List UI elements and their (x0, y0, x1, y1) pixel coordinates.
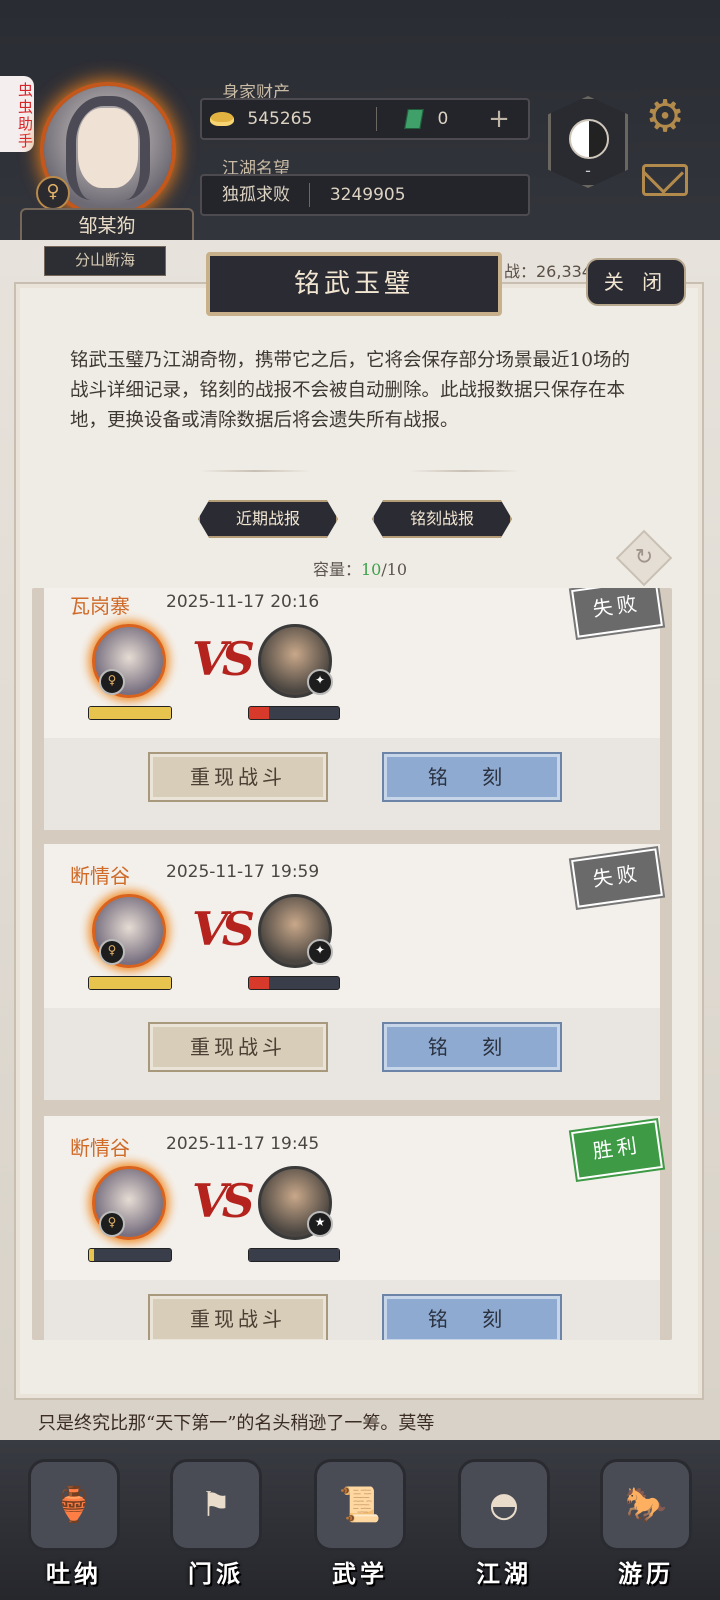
helper-tab[interactable]: 虫虫助手 (0, 76, 34, 152)
result-stamp: 失败 (571, 848, 663, 908)
close-button[interactable]: 关 闭 (586, 258, 686, 306)
power-number: 战：26,334 (504, 262, 592, 281)
bottom-navigation: 🏺 吐纳 ⚑ 门派 📜 武学 ◓ 江湖 🐎 游历 (0, 1440, 720, 1600)
enemy-hp-fill (249, 1249, 339, 1261)
refresh-icon: ↻ (634, 545, 654, 570)
my-fighter-avatar: ♀ (92, 624, 166, 698)
battle-card: 断情谷 2025-11-17 19:59 失败 ♀ VS ✦ 重现战斗 铭 刻 (44, 844, 663, 1100)
fame-value: 3249905 (329, 185, 406, 205)
enemy-hp-fill (249, 707, 269, 719)
battle-card-header: 断情谷 2025-11-17 19:45 胜利 ♀ VS ★ (44, 1116, 663, 1280)
my-hp-bar (88, 1248, 172, 1262)
vs-label: VS (192, 632, 255, 686)
battle-location: 瓦岗寨 (70, 594, 130, 618)
enemy-hp-bar (248, 976, 340, 990)
divider (375, 107, 377, 131)
enemy-fighter-avatar: ✦ (258, 894, 333, 968)
battle-card-header: 瓦岗寨 2025-11-17 20:16 失败 ♀ VS ✦ (44, 588, 663, 738)
battle-card-header: 断情谷 2025-11-17 19:59 失败 ♀ VS ✦ (44, 844, 663, 1008)
add-currency-button[interactable]: + (484, 104, 514, 134)
divider (309, 183, 311, 207)
enemy-fighter-avatar: ✦ (258, 624, 333, 698)
assets-bar: 545265 0 + (200, 98, 530, 140)
mail-icon[interactable] (642, 164, 688, 196)
tab-recent-reports[interactable]: 近期战报 (198, 500, 338, 538)
battle-time: 2025-11-17 19:45 (166, 1134, 320, 1154)
banner-icon: ⚑ (173, 1462, 259, 1548)
replay-battle-button[interactable]: 重现战斗 (148, 752, 328, 802)
jade-amount: 0 (437, 109, 449, 129)
hat-icon: ◓ (461, 1462, 547, 1548)
result-stamp: 胜利 (571, 1120, 663, 1180)
capacity-total: /10 (381, 560, 408, 579)
result-stamp: 失败 (571, 588, 663, 638)
vs-label: VS (192, 902, 255, 956)
nav-tuna[interactable]: 🏺 吐纳 (22, 1462, 126, 1594)
battle-time: 2025-11-17 20:16 (166, 592, 320, 612)
capacity-label: 容量： (312, 560, 361, 579)
replay-battle-button[interactable]: 重现战斗 (148, 1294, 328, 1340)
female-icon: ♀ (99, 939, 125, 965)
my-hp-bar (88, 976, 172, 990)
battle-list[interactable]: 瓦岗寨 2025-11-17 20:16 失败 ♀ VS ✦ 重现战斗 铭 刻 … (32, 588, 672, 1340)
scroll-icon: 📜 (317, 1462, 403, 1548)
class-badge-icon: ★ (307, 1211, 333, 1237)
battle-time: 2025-11-17 19:59 (166, 862, 320, 882)
engrave-button[interactable]: 铭 刻 (382, 1294, 562, 1340)
nav-label: 游历 (618, 1559, 674, 1588)
modal-title: 铭武玉璧 (206, 252, 502, 316)
top-header: 虫虫助手 ♀ 邹某狗 身家财产 545265 0 + 江湖名望 独孤求败 324… (0, 0, 720, 246)
my-fighter-avatar: ♀ (92, 1166, 166, 1240)
female-icon: ♀ (99, 669, 125, 695)
fame-rank: 独孤求败 (222, 185, 290, 205)
vs-label: VS (192, 1174, 255, 1228)
nav-menpai[interactable]: ⚑ 门派 (164, 1462, 268, 1594)
nav-label: 江湖 (476, 1559, 532, 1588)
my-hp-fill (89, 707, 171, 719)
female-icon: ♀ (36, 176, 70, 210)
replay-battle-button[interactable]: 重现战斗 (148, 1022, 328, 1072)
avatar-face (78, 108, 138, 188)
gold-ingot-icon (210, 112, 234, 126)
nav-youli[interactable]: 🐎 游历 (594, 1462, 698, 1594)
gourd-icon: 🏺 (31, 1462, 117, 1548)
enemy-hp-bar (248, 1248, 340, 1262)
my-hp-bar (88, 706, 172, 720)
battle-location: 断情谷 (70, 1136, 130, 1160)
emblem-dash: - (585, 161, 591, 180)
divider-right (410, 470, 520, 472)
tab-engraved-reports[interactable]: 铭刻战报 (372, 500, 512, 538)
nav-label: 吐纳 (46, 1559, 102, 1588)
capacity-value: 10 (360, 560, 382, 579)
capacity-indicator: 容量：10/10 (0, 556, 720, 580)
engrave-button[interactable]: 铭 刻 (382, 752, 562, 802)
enemy-hp-bar (248, 706, 340, 720)
taiji-icon (569, 119, 609, 159)
nav-label: 武学 (332, 1559, 388, 1588)
battle-location: 断情谷 (70, 864, 130, 888)
enemy-hp-fill (249, 977, 269, 989)
enemy-fighter-avatar: ★ (258, 1166, 333, 1240)
fame-bar: 独孤求败 3249905 (200, 174, 530, 216)
battle-card: 断情谷 2025-11-17 19:45 胜利 ♀ VS ★ 重现战斗 铭 刻 (44, 1116, 663, 1340)
my-fighter-avatar: ♀ (92, 894, 166, 968)
class-badge-icon: ✦ (307, 669, 333, 695)
engrave-button[interactable]: 铭 刻 (382, 1022, 562, 1072)
gear-icon[interactable]: ⚙ (640, 92, 690, 142)
female-icon: ♀ (99, 1211, 125, 1237)
battle-card: 瓦岗寨 2025-11-17 20:16 失败 ♀ VS ✦ 重现战斗 铭 刻 (44, 588, 663, 830)
my-hp-fill (89, 1249, 94, 1261)
nav-jianghu[interactable]: ◓ 江湖 (452, 1462, 556, 1594)
nav-label: 门派 (188, 1559, 244, 1588)
class-badge-icon: ✦ (307, 939, 333, 965)
nav-wuxue[interactable]: 📜 武学 (308, 1462, 412, 1594)
jade-icon (404, 109, 424, 129)
player-title: 分山断海 (44, 246, 166, 276)
my-hp-fill (89, 977, 171, 989)
horse-icon: 🐎 (603, 1462, 689, 1548)
divider-left (200, 470, 310, 472)
gold-amount: 545265 (247, 109, 313, 129)
sect-emblem[interactable]: - (548, 96, 628, 188)
modal-description: 铭武玉璧乃江湖奇物，携带它之后，它将会保存部分场景最近10场的战斗详细记录，铭刻… (70, 350, 631, 431)
